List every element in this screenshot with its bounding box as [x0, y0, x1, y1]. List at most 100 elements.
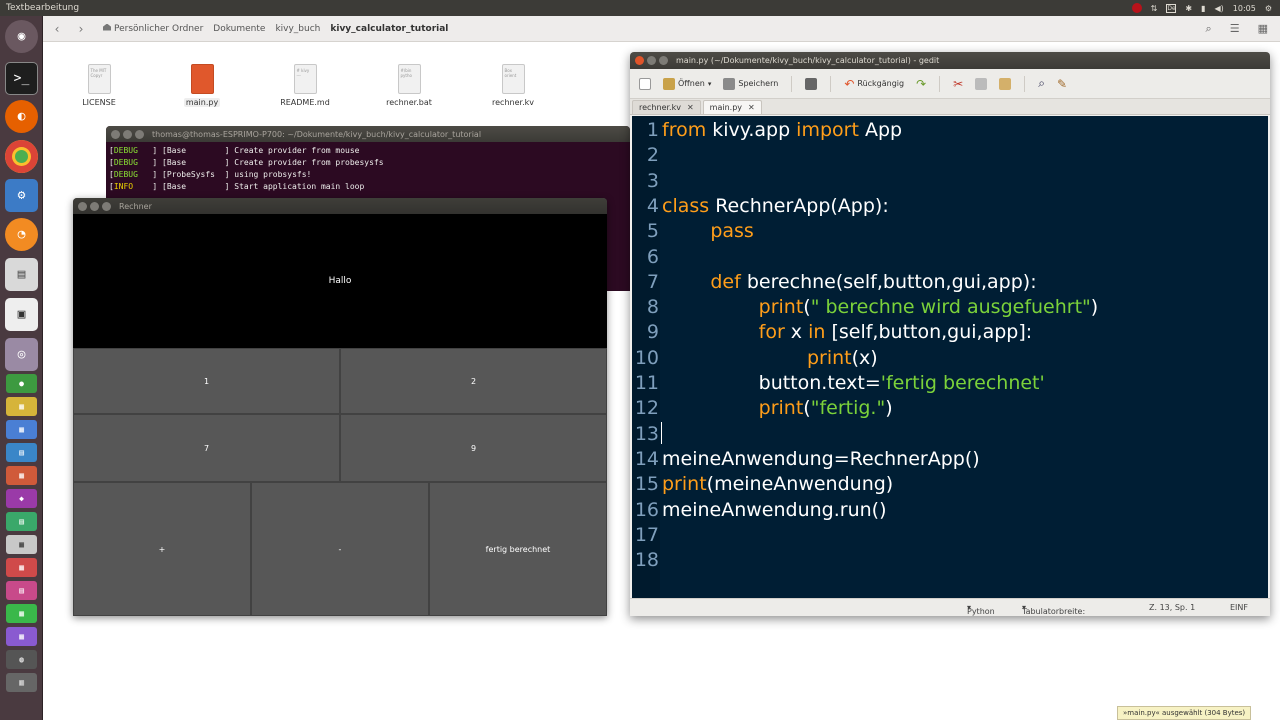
- save-button[interactable]: Speichern: [720, 76, 781, 92]
- launcher-app-icon[interactable]: ▤: [6, 443, 37, 462]
- chrome-icon[interactable]: [5, 140, 38, 173]
- file-item-main-py[interactable]: main.py: [162, 64, 242, 108]
- greeting-label: Hallo: [73, 214, 607, 348]
- breadcrumb-item[interactable]: kivy_buch: [275, 24, 320, 34]
- kivy-app-window[interactable]: Rechner Hallo 1 2 7 9 + - fertig berechn…: [73, 198, 607, 616]
- launcher-app-icon[interactable]: ▦: [6, 604, 37, 623]
- forward-arrow-icon[interactable]: ›: [71, 22, 91, 36]
- text-file-icon: #/bin pytho: [397, 64, 421, 94]
- button-7[interactable]: 7: [73, 414, 340, 482]
- launcher-app-icon[interactable]: ▤: [6, 581, 37, 600]
- list-view-icon[interactable]: ☰: [1230, 22, 1240, 36]
- tab-width-selector[interactable]: Tabulatorbreite: 8 ▾: [1022, 603, 1085, 616]
- battery-icon[interactable]: ▮: [1201, 4, 1205, 13]
- maximize-icon[interactable]: [135, 129, 144, 139]
- print-button[interactable]: [802, 76, 820, 92]
- launcher-app-icon[interactable]: ▦: [6, 397, 37, 416]
- system-menu-gear-icon[interactable]: ⚙: [1265, 4, 1272, 13]
- code-text: from kivy.app import App: [662, 119, 903, 141]
- tab-main-py[interactable]: main.py ✕: [702, 100, 762, 114]
- line-number: 10: [634, 346, 659, 369]
- back-arrow-icon[interactable]: ‹: [47, 22, 67, 36]
- launcher-app-icon[interactable]: ▦: [6, 466, 37, 485]
- redo-button[interactable]: ↷: [913, 75, 929, 93]
- tab-rechner-kv[interactable]: rechner.kv ✕: [632, 100, 701, 114]
- search-icon[interactable]: ⌕: [1206, 22, 1212, 36]
- gedit-window-title: main.py (~/Dokumente/kivy_buch/kivy_calc…: [676, 56, 940, 65]
- line-number: 6: [646, 245, 659, 268]
- tab-label: rechner.kv: [639, 103, 681, 112]
- gedit-window[interactable]: main.py (~/Dokumente/kivy_buch/kivy_calc…: [630, 52, 1270, 616]
- close-tab-icon[interactable]: ✕: [687, 103, 694, 112]
- launcher-app-icon[interactable]: ●: [6, 374, 37, 393]
- minimize-icon[interactable]: [123, 129, 132, 139]
- terminal-titlebar[interactable]: thomas@thomas-ESPRIMO-P700: ~/Dokumente/…: [106, 126, 630, 142]
- keyboard-layout-indicator[interactable]: De: [1166, 3, 1177, 13]
- open-button[interactable]: Öffnen ▾: [660, 76, 714, 92]
- firefox-icon[interactable]: ◐: [5, 100, 38, 133]
- trash-icon[interactable]: ▥: [6, 673, 37, 692]
- button-2[interactable]: 2: [340, 348, 607, 414]
- minimize-icon[interactable]: [90, 201, 99, 211]
- breadcrumb-home[interactable]: Persönlicher Ordner: [103, 23, 203, 34]
- tab-label: main.py: [709, 103, 743, 112]
- clock[interactable]: 10:05: [1233, 4, 1256, 13]
- breadcrumb-item[interactable]: Dokumente: [213, 24, 265, 34]
- line-number: 18: [634, 549, 659, 572]
- network-icon[interactable]: ⇅: [1151, 4, 1158, 13]
- launcher-app-icon[interactable]: ▦: [6, 627, 37, 646]
- screen-recorder-icon[interactable]: ◎: [5, 338, 38, 371]
- line-number: 2: [646, 144, 659, 167]
- replace-button[interactable]: ✎: [1054, 75, 1070, 93]
- file-item-readme[interactable]: # kivy --- README.md: [265, 64, 345, 107]
- undo-button[interactable]: ↶ Rückgängig: [841, 75, 907, 93]
- dash-home-icon[interactable]: ◉: [5, 20, 38, 53]
- blender-icon[interactable]: ◔: [5, 218, 38, 251]
- launcher-app-icon[interactable]: ▤: [6, 512, 37, 531]
- grid-view-icon[interactable]: ▦: [1258, 22, 1268, 36]
- close-icon[interactable]: [78, 201, 87, 211]
- launcher-app-icon[interactable]: ▦: [6, 535, 37, 554]
- volume-icon[interactable]: ◀): [1214, 4, 1223, 13]
- line-number: 16: [634, 498, 659, 521]
- minimize-icon[interactable]: [647, 56, 656, 65]
- folder-open-icon: [663, 77, 675, 90]
- close-icon[interactable]: [111, 129, 120, 139]
- paste-button[interactable]: [996, 76, 1014, 92]
- minus-button[interactable]: -: [251, 482, 429, 616]
- maximize-icon[interactable]: [102, 201, 111, 211]
- kivy-titlebar[interactable]: Rechner: [73, 198, 607, 214]
- files-icon[interactable]: ▤: [5, 258, 38, 291]
- file-item-rechner-kv[interactable]: Box orient rechner.kv: [473, 64, 553, 107]
- close-icon[interactable]: [635, 56, 644, 65]
- maximize-icon[interactable]: [659, 56, 668, 65]
- launcher-app-icon[interactable]: ▦: [6, 420, 37, 439]
- button-9[interactable]: 9: [340, 414, 607, 482]
- file-item-rechner-bat[interactable]: #/bin pytho rechner.bat: [369, 64, 449, 107]
- gedit-titlebar[interactable]: main.py (~/Dokumente/kivy_buch/kivy_calc…: [630, 52, 1270, 69]
- system-tray: ⇅ De ✱ ▮ ◀) 10:05 ⚙: [1131, 0, 1272, 16]
- language-selector[interactable]: Python ▾: [967, 603, 995, 616]
- copy-button[interactable]: [972, 76, 990, 92]
- file-item-license[interactable]: The MIT Copyr LICENSE: [59, 64, 139, 107]
- launcher-app-icon[interactable]: ▦: [6, 558, 37, 577]
- system-tool-icon[interactable]: ▣: [5, 298, 38, 331]
- launcher-app-icon[interactable]: ◆: [6, 489, 37, 508]
- cut-button[interactable]: ✂: [950, 75, 966, 93]
- terminal-icon[interactable]: >_: [5, 62, 38, 95]
- button-1[interactable]: 1: [73, 348, 340, 414]
- top-panel: Textbearbeitung ⇅ De ✱ ▮ ◀) 10:05 ⚙: [0, 0, 1280, 16]
- plus-button[interactable]: +: [73, 482, 251, 616]
- result-button[interactable]: fertig berechnet: [429, 482, 607, 616]
- breadcrumb-current[interactable]: kivy_calculator_tutorial: [330, 24, 448, 34]
- launcher-app-icon[interactable]: ◍: [6, 650, 37, 669]
- code-editor[interactable]: 1 from kivy.app import App 2 3 4 class Rechne…: [632, 116, 1268, 598]
- bluetooth-icon[interactable]: ✱: [1185, 4, 1192, 13]
- line-number: 14: [634, 447, 659, 470]
- cursor-position: Z. 13, Sp. 1: [1149, 603, 1196, 612]
- new-document-button[interactable]: [636, 76, 654, 92]
- settings-app-icon[interactable]: ⚙: [5, 179, 38, 212]
- search-button[interactable]: ⌕: [1035, 74, 1048, 93]
- close-tab-icon[interactable]: ✕: [748, 103, 755, 112]
- record-indicator-icon[interactable]: [1131, 3, 1142, 13]
